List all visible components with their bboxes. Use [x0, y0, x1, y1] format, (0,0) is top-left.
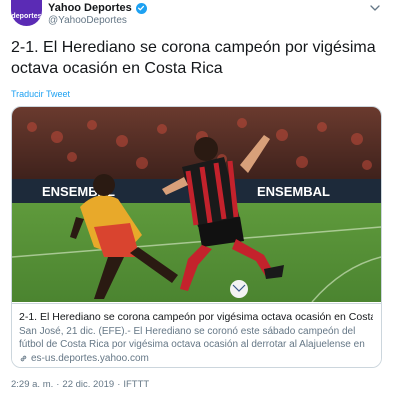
tweet-source-app[interactable]: IFTTT: [123, 379, 149, 390]
chevron-down-icon[interactable]: [369, 3, 381, 13]
card-description: San José, 21 dic. (EFE).- El Herediano s…: [19, 326, 365, 350]
card-body: 2-1. El Herediano se corona campeón por …: [12, 303, 381, 367]
tweet-time[interactable]: 2:29 a. m.: [11, 379, 53, 390]
card-domain-text: es-us.deportes.yahoo.com: [31, 353, 149, 364]
tweet-meta: 2:29 a. m. · 22 dic. 2019 · IFTTT: [11, 379, 149, 390]
card-image: ENSEMBAL ENSEMBAL: [12, 107, 381, 302]
card-domain: es-us.deportes.yahoo.com: [19, 352, 373, 365]
card-title: 2-1. El Herediano se corona campeón por …: [19, 311, 373, 323]
author-display-name[interactable]: Yahoo Deportes: [48, 2, 132, 14]
avatar[interactable]: deportes: [11, 0, 42, 26]
link-preview-card[interactable]: ENSEMBAL ENSEMBAL 2-1. El Herediano se c…: [11, 106, 382, 368]
tweet-text: 2-1. El Herediano se corona campeón por …: [11, 39, 376, 77]
avatar-text: deportes: [11, 13, 42, 20]
banner-text-right: ENSEMBAL: [257, 184, 330, 199]
author-handle[interactable]: @YahooDeportes: [48, 15, 127, 26]
link-icon: [20, 355, 27, 362]
meta-separator: ·: [117, 379, 121, 390]
tweet-date[interactable]: 22 dic. 2019: [62, 379, 114, 390]
translate-tweet-link[interactable]: Traducir Tweet: [11, 89, 70, 99]
name-row: Yahoo Deportes: [48, 2, 147, 14]
tweet-header: deportes Yahoo Deportes @YahooDeportes: [0, 0, 393, 30]
meta-separator: ·: [56, 379, 60, 390]
soccer-ball: [230, 280, 248, 298]
verified-badge-icon: [135, 2, 147, 14]
